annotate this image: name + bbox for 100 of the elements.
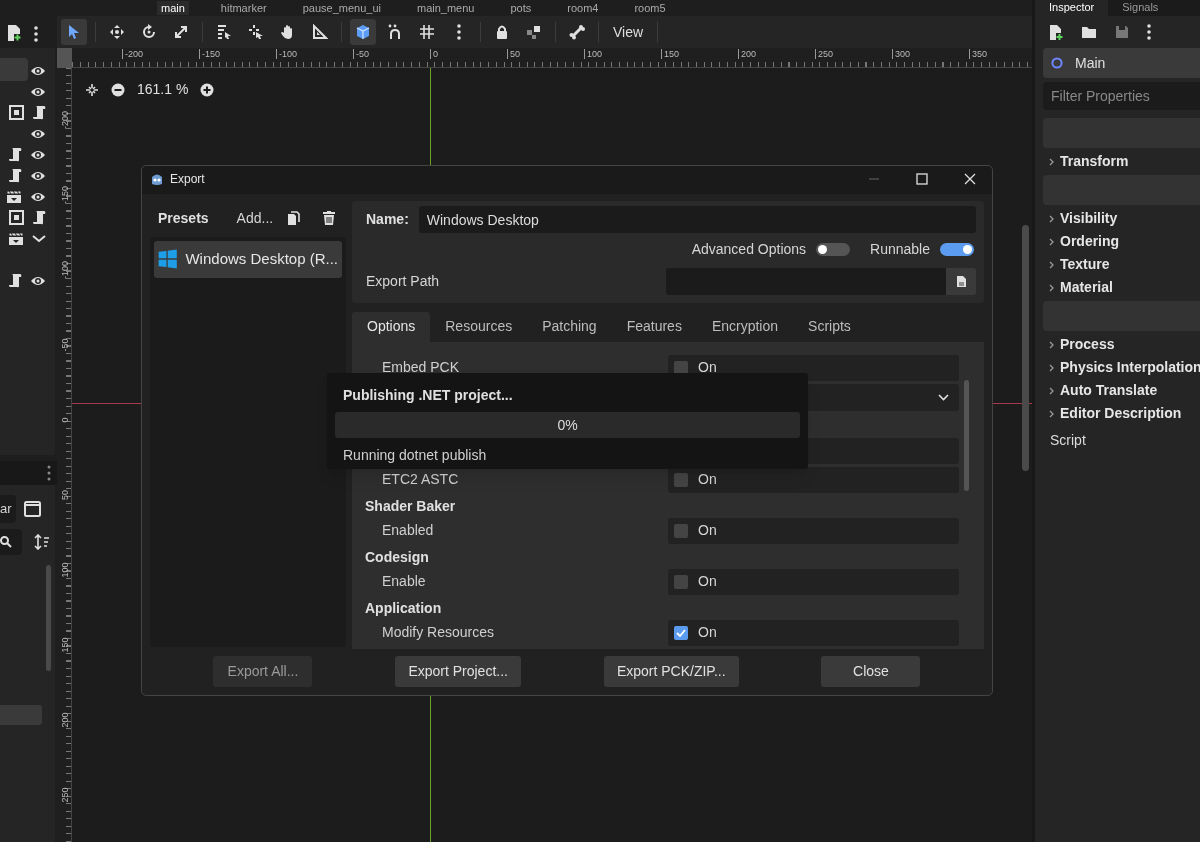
inspector-section[interactable]: Transform [1035,150,1200,173]
folder-icon[interactable] [1081,25,1097,39]
options-tab[interactable]: Resources [430,311,528,342]
maximize-icon[interactable] [916,173,928,186]
inspector-section[interactable]: Physics Interpolation [1035,356,1200,379]
ruler-label: 150 [661,49,680,59]
snap-icon[interactable] [387,24,403,40]
name-field[interactable]: Windows Desktop [418,206,976,234]
ruler-label: 100 [584,49,603,59]
option-label: ETC2 ASTC [381,470,460,490]
close-icon[interactable] [964,173,976,186]
duplicate-icon[interactable] [287,211,301,227]
scrollbar[interactable] [964,379,969,491]
node-icon[interactable] [9,210,24,225]
checkbox[interactable]: On [668,568,959,595]
zoom-in-icon[interactable] [200,82,215,97]
dialog-button[interactable]: Close [821,656,921,688]
filter-properties-field[interactable]: Filter Properties [1043,82,1200,110]
center-view-icon[interactable] [85,82,99,97]
eye-icon[interactable] [30,274,46,287]
script-icon[interactable] [32,210,46,225]
search-field[interactable] [0,529,22,555]
group-icon[interactable] [526,24,542,40]
toggle-switch[interactable] [816,243,851,257]
node-icon[interactable] [9,105,24,120]
sort-icon[interactable] [34,534,50,550]
window-icon[interactable] [24,501,41,517]
dialog-button[interactable]: Export PCK/ZIP... [603,656,739,688]
scene-tab[interactable]: room4 [563,1,603,15]
scene-tab[interactable]: pots [506,1,536,15]
new-scene-icon[interactable] [6,24,22,42]
option-label: Enable [381,572,427,592]
scene-tab[interactable]: main [157,1,189,15]
inspector-section[interactable]: Ordering [1035,230,1200,253]
toggle-switch[interactable] [940,243,974,257]
chevron-down-icon[interactable] [32,234,46,243]
zoom-level[interactable]: 161.1 % [137,79,189,100]
new-resource-icon[interactable] [1049,23,1063,41]
scale-icon[interactable] [173,24,189,40]
drag-handle-icon[interactable] [47,465,51,481]
scrollbar[interactable] [1022,225,1029,471]
add-preset-button[interactable]: Add... [236,208,274,230]
inspector-section[interactable]: Material [1035,276,1200,299]
more-options-icon[interactable] [1147,24,1151,40]
eye-icon[interactable] [30,169,46,182]
dialog-button[interactable]: Export Project... [395,656,521,688]
ruler-label: -200 [122,49,143,59]
options-tab[interactable]: Features [611,311,697,342]
script-icon[interactable] [32,105,46,120]
dock-tab[interactable]: Inspector [1035,0,1109,16]
lock-icon[interactable] [494,24,510,40]
filter-field[interactable]: ar [0,495,16,523]
checkbox[interactable]: On [668,619,959,646]
node-selector[interactable]: Main [1043,48,1200,78]
zoom-out-icon[interactable] [111,82,125,97]
inspector-section[interactable]: Editor Description [1035,402,1200,425]
eye-icon[interactable] [30,190,46,203]
scene-tab[interactable]: hitmarker [216,1,271,15]
dock-tab[interactable]: Signals [1108,0,1173,16]
clapperboard-icon[interactable] [6,189,22,204]
options-tab[interactable]: Scripts [793,311,866,342]
preset-item[interactable]: Windows Desktop (R... [154,240,342,278]
export-path-label: Export Path [366,272,441,292]
options-tab[interactable]: Options [352,311,431,342]
script-icon[interactable] [8,273,22,288]
more-options-icon[interactable] [34,26,38,42]
clapperboard-icon[interactable] [8,231,24,246]
eye-icon[interactable] [30,85,46,98]
checkbox[interactable]: On [668,517,959,544]
scene-tab[interactable]: main_menu [413,1,479,15]
options-tab[interactable]: Encryption [696,311,794,342]
inspector-section[interactable]: Visibility [1035,207,1200,230]
eye-icon[interactable] [30,64,46,77]
trash-icon[interactable] [322,211,337,227]
scene-tab[interactable]: room5 [630,1,670,15]
inspector-section[interactable]: Process [1035,333,1200,356]
eye-icon[interactable] [30,127,46,140]
export-path-field[interactable] [666,268,946,296]
checkbox[interactable]: On [668,466,959,493]
inspector-section[interactable]: Auto Translate [1035,379,1200,402]
pivot-icon[interactable] [248,24,264,40]
section-label: Material [1060,278,1113,297]
grid-icon[interactable] [419,24,435,40]
inspector-section[interactable]: Texture [1035,253,1200,276]
rotate-icon[interactable] [141,24,157,40]
scene-tab[interactable]: pause_menu_ui [298,1,385,15]
options-tab[interactable]: Patching [527,311,612,342]
cube-icon[interactable] [355,24,371,40]
eye-icon[interactable] [30,148,46,161]
save-icon[interactable] [1115,25,1129,39]
ruler-triangle-icon[interactable] [312,24,328,40]
scrollbar[interactable] [46,565,51,671]
browse-button[interactable] [946,268,976,296]
script-icon[interactable] [8,168,22,183]
script-icon[interactable] [8,147,22,162]
list-select-icon[interactable] [216,24,232,40]
section-label: Physics Interpolation [1060,358,1200,377]
view-menu[interactable]: View [607,21,650,43]
move-icon[interactable] [109,24,125,40]
bone-icon[interactable] [569,24,585,40]
